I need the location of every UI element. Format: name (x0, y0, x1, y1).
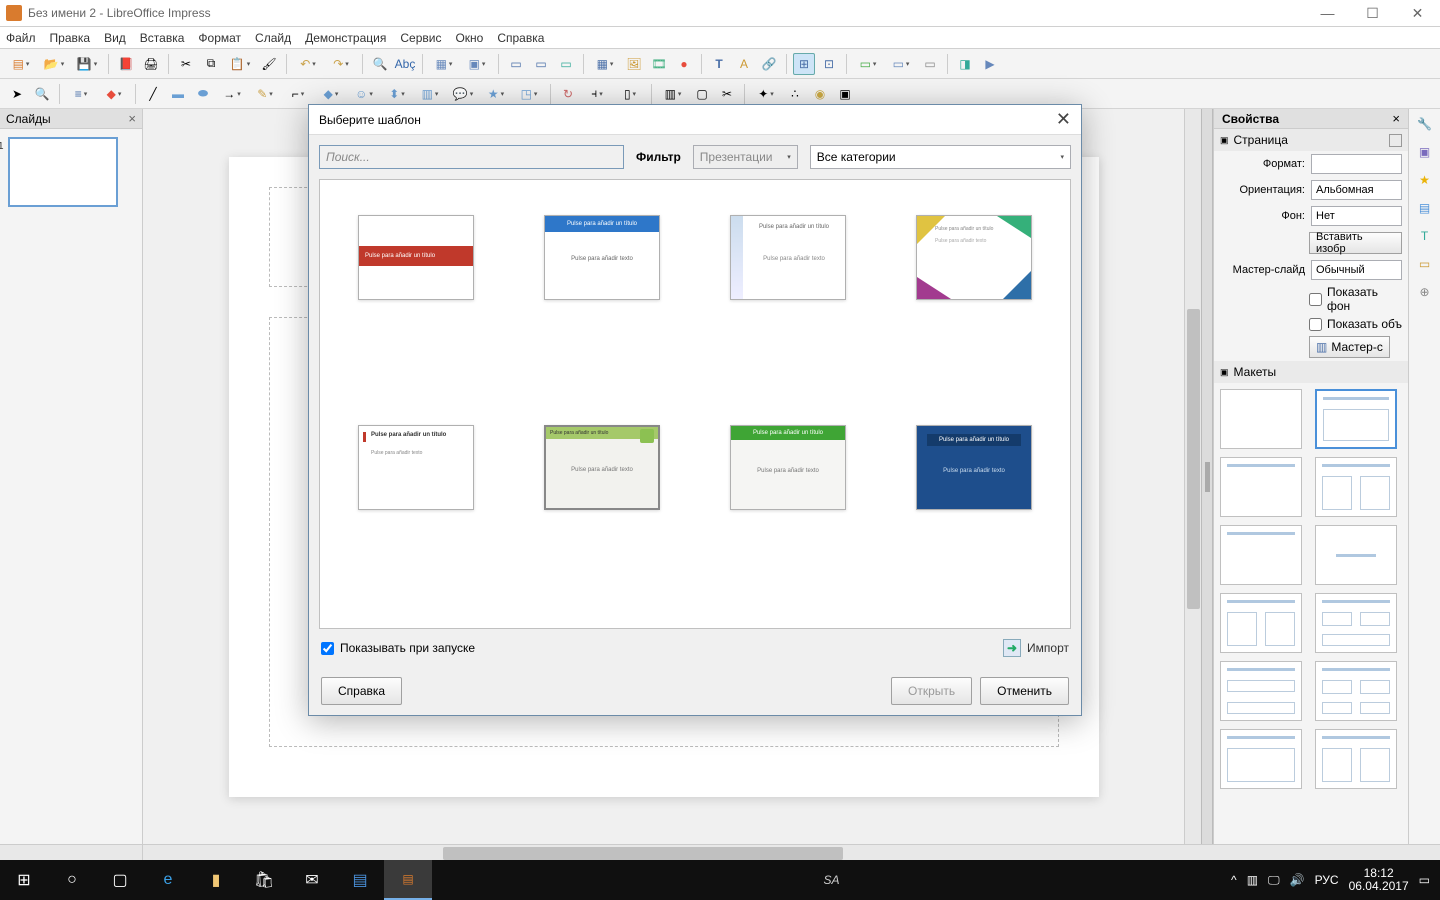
template-item[interactable]: Pulse para añadir un título Pulse para a… (544, 215, 660, 300)
template-dialog: Выберите шаблон ✕ Поиск... Фильтр Презен… (308, 104, 1082, 716)
filter-select[interactable]: Презентации▾ (693, 145, 798, 169)
template-item[interactable]: Pulse para añadir un título (358, 215, 474, 300)
category-select[interactable]: Все категории▾ (810, 145, 1071, 169)
template-item[interactable]: Pulse para añadir un título Pulse para a… (730, 425, 846, 510)
template-item[interactable]: Pulse para añadir un título Pulse para a… (730, 215, 846, 300)
cancel-button[interactable]: Отменить (980, 677, 1069, 705)
import-button[interactable]: ➜ Импорт (1003, 639, 1069, 657)
template-search-input[interactable]: Поиск... (319, 145, 624, 169)
show-on-start-checkbox[interactable] (321, 642, 334, 655)
import-icon: ➜ (1003, 639, 1021, 657)
filter-label: Фильтр (636, 150, 681, 164)
template-item[interactable]: Pulse para añadir un título Pulse para a… (358, 425, 474, 510)
dialog-close-icon[interactable]: ✕ (1056, 109, 1071, 130)
help-button[interactable]: Справка (321, 677, 402, 705)
template-item[interactable]: Pulse para añadir un título Pulse para a… (544, 425, 660, 510)
template-item[interactable]: Pulse para añadir un título Pulse para a… (916, 425, 1032, 510)
dialog-title: Выберите шаблон (319, 113, 421, 127)
open-button[interactable]: Открыть (891, 677, 972, 705)
show-on-start-check[interactable]: Показывать при запуске (321, 641, 475, 655)
template-item[interactable]: Pulse para añadir un título Pulse para a… (916, 215, 1032, 300)
templates-list: Pulse para añadir un título Pulse para a… (319, 179, 1071, 629)
